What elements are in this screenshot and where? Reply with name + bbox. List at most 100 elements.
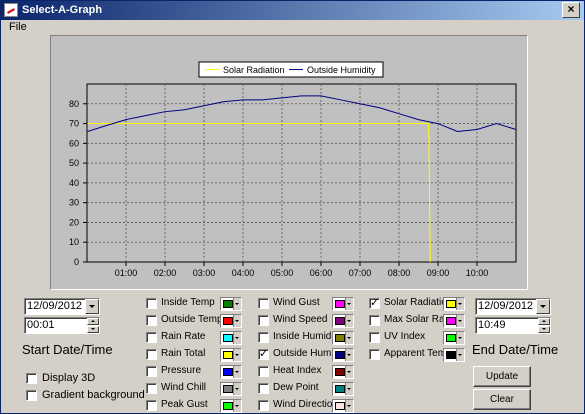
series-checkbox[interactable] — [146, 298, 157, 309]
chevron-down-icon[interactable] — [233, 400, 241, 412]
update-button[interactable]: Update — [473, 366, 531, 387]
color-picker[interactable] — [220, 331, 242, 345]
series-option[interactable]: Rain Total — [146, 348, 260, 362]
series-option[interactable]: Outside Humidit — [258, 347, 372, 362]
series-option[interactable]: Pressure — [146, 365, 260, 379]
menu-file[interactable]: File — [9, 21, 27, 33]
chevron-down-icon[interactable] — [345, 332, 353, 344]
chevron-down-icon[interactable] — [233, 349, 241, 361]
chevron-down-icon[interactable] — [233, 332, 241, 344]
color-picker[interactable] — [220, 365, 242, 379]
series-option[interactable]: Apparent Temp — [369, 348, 483, 362]
spin-up-icon[interactable] — [87, 318, 99, 325]
color-picker[interactable] — [332, 382, 354, 396]
chevron-down-icon[interactable] — [456, 315, 464, 327]
series-option[interactable]: UV Index — [369, 331, 483, 345]
color-picker[interactable] — [332, 297, 354, 311]
end-time-field[interactable]: 10:49 — [475, 317, 551, 334]
legend-label: Solar Radiation — [223, 65, 285, 75]
title-bar[interactable]: Select-A-Graph × — [1, 1, 584, 20]
series-option[interactable]: Max Solar Rad — [369, 314, 483, 328]
color-picker[interactable] — [443, 297, 465, 311]
color-picker[interactable] — [220, 297, 242, 311]
y-tick-label: 50 — [69, 158, 79, 168]
series-checkbox[interactable] — [369, 315, 380, 326]
series-checkbox[interactable] — [258, 366, 269, 377]
x-tick-label: 03:00 — [193, 268, 216, 278]
end-date-dropdown-button[interactable] — [536, 299, 550, 314]
series-option[interactable]: Wind Direction — [258, 399, 372, 413]
close-button[interactable]: × — [562, 2, 580, 18]
gradient-background-option[interactable]: Gradient background — [26, 389, 146, 403]
series-checkbox[interactable] — [146, 315, 157, 326]
chevron-down-icon[interactable] — [345, 315, 353, 327]
chart-svg: 0 10 20 30 40 50 60 70 80 01:00 02:00 03:00 04:00 05:… — [69, 61, 517, 278]
series-checkbox[interactable] — [258, 332, 269, 343]
series-checkbox[interactable] — [258, 347, 269, 360]
chevron-down-icon[interactable] — [233, 298, 241, 310]
start-date-picker[interactable]: 12/09/2012 — [24, 298, 100, 315]
color-picker[interactable] — [332, 331, 354, 345]
color-picker[interactable] — [443, 331, 465, 345]
color-picker[interactable] — [220, 314, 242, 328]
series-checkbox[interactable] — [146, 332, 157, 343]
chevron-down-icon[interactable] — [233, 366, 241, 378]
color-picker[interactable] — [332, 314, 354, 328]
series-option[interactable]: Heat Index — [258, 365, 372, 379]
series-checkbox[interactable] — [369, 349, 380, 360]
color-swatch — [223, 351, 233, 359]
display-3d-option[interactable]: Display 3D — [26, 372, 136, 386]
chevron-down-icon[interactable] — [345, 383, 353, 395]
color-picker[interactable] — [443, 314, 465, 328]
series-checkbox[interactable] — [146, 400, 157, 411]
color-picker[interactable] — [332, 365, 354, 379]
start-date-dropdown-button[interactable] — [85, 299, 99, 314]
display-3d-label: Display 3D — [42, 372, 96, 384]
series-checkbox[interactable] — [146, 383, 157, 394]
chevron-down-icon[interactable] — [345, 298, 353, 310]
series-checkbox[interactable] — [258, 315, 269, 326]
chevron-down-icon[interactable] — [345, 366, 353, 378]
series-option[interactable]: Dew Point — [258, 382, 372, 396]
display-3d-checkbox[interactable] — [26, 373, 37, 384]
gradient-background-checkbox[interactable] — [26, 390, 37, 401]
chevron-down-icon[interactable] — [233, 383, 241, 395]
series-option[interactable]: Wind Chill — [146, 382, 260, 396]
color-picker[interactable] — [443, 348, 465, 362]
series-option[interactable]: Wind Gust — [258, 297, 372, 311]
series-option[interactable]: Outside Temp — [146, 314, 260, 328]
chevron-down-icon[interactable] — [456, 298, 464, 310]
color-picker[interactable] — [332, 348, 354, 362]
end-time-spinner[interactable] — [538, 318, 550, 333]
series-option[interactable]: Inside Humidity — [258, 331, 372, 345]
series-label: Inside Temp — [161, 297, 215, 308]
series-checkbox[interactable] — [258, 298, 269, 309]
start-time-field[interactable]: 00:01 — [24, 317, 100, 334]
chevron-down-icon[interactable] — [345, 349, 353, 361]
color-picker[interactable] — [220, 399, 242, 413]
spin-up-icon[interactable] — [538, 318, 550, 325]
color-picker[interactable] — [220, 382, 242, 396]
chevron-down-icon[interactable] — [456, 332, 464, 344]
series-checkbox[interactable] — [146, 366, 157, 377]
series-option[interactable]: Rain Rate — [146, 331, 260, 345]
series-option[interactable]: Inside Temp — [146, 297, 260, 311]
spin-down-icon[interactable] — [538, 326, 550, 333]
series-checkbox[interactable] — [258, 383, 269, 394]
chevron-down-icon[interactable] — [456, 349, 464, 361]
spin-down-icon[interactable] — [87, 326, 99, 333]
series-checkbox[interactable] — [146, 349, 157, 360]
series-checkbox[interactable] — [258, 400, 269, 411]
series-option[interactable]: Solar Radiation — [369, 296, 483, 311]
series-checkbox[interactable] — [369, 332, 380, 343]
chevron-down-icon[interactable] — [233, 315, 241, 327]
chevron-down-icon[interactable] — [345, 400, 353, 412]
end-date-picker[interactable]: 12/09/2012 — [475, 298, 551, 315]
clear-button[interactable]: Clear — [473, 389, 531, 410]
start-time-spinner[interactable] — [87, 318, 99, 333]
color-picker[interactable] — [220, 348, 242, 362]
series-option[interactable]: Peak Gust — [146, 399, 260, 413]
color-picker[interactable] — [332, 399, 354, 413]
series-option[interactable]: Wind Speed — [258, 314, 372, 328]
series-checkbox[interactable] — [369, 296, 380, 309]
